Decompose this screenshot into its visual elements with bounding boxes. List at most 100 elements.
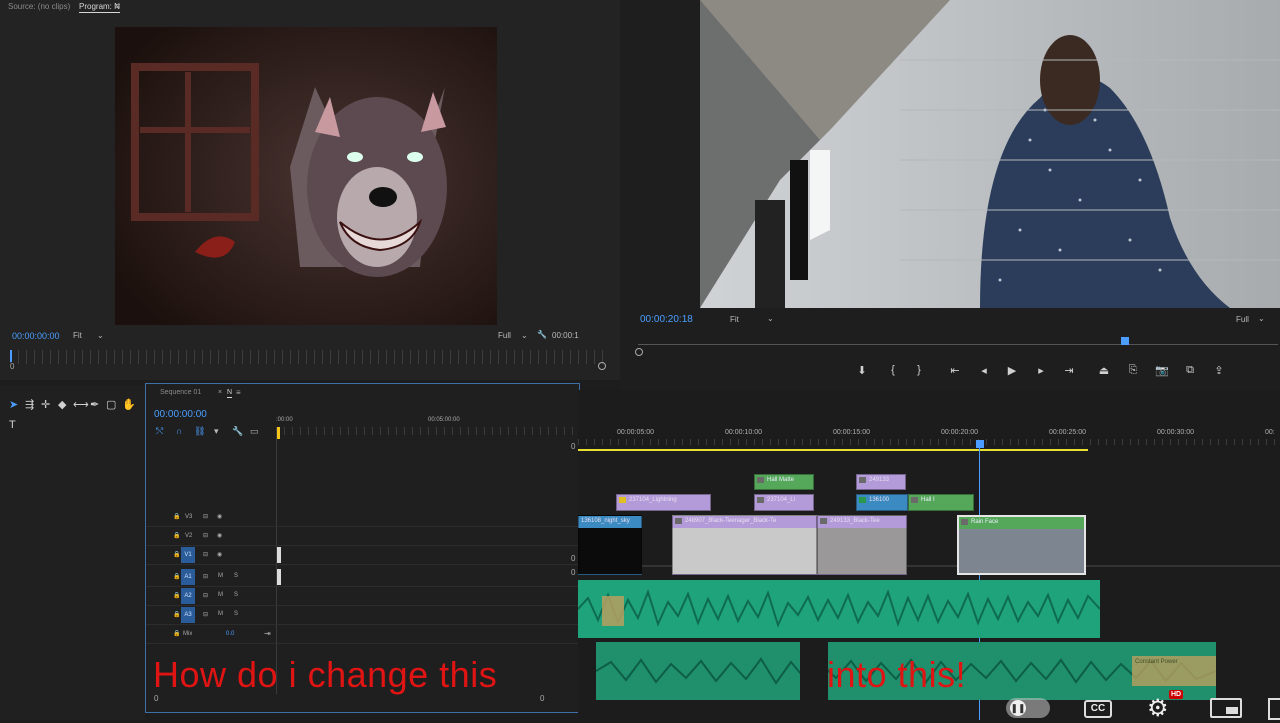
clip-hall-matte[interactable]: Hall Matte	[754, 474, 814, 490]
clip-136100[interactable]: 136100	[856, 494, 908, 511]
solo-button[interactable]: S	[234, 611, 238, 617]
go-to-out-icon[interactable]: ⇥	[1061, 364, 1077, 377]
mute-button[interactable]: M	[218, 611, 223, 617]
n-sequence-tab[interactable]: N	[227, 389, 233, 398]
lock-icon[interactable]: 🔒	[173, 630, 180, 637]
playhead-marker-right[interactable]	[1121, 337, 1129, 345]
playhead-timecode[interactable]: 00:00:00:00	[12, 331, 60, 341]
wrench-icon[interactable]: 🔧	[232, 426, 243, 437]
magnet-icon[interactable]: ∩	[176, 426, 182, 436]
playhead-marker[interactable]	[10, 350, 12, 362]
clip-hall-i[interactable]: Hall I	[908, 494, 974, 511]
share-icon[interactable]: ⇪	[1211, 364, 1227, 377]
sync-lock-icon[interactable]: ⊟	[203, 573, 208, 580]
captions-icon[interactable]: ▭	[250, 426, 259, 437]
clip-black-teenager[interactable]: 248907_Black-Teenager_Black-Te	[672, 515, 817, 575]
chevron-down-icon[interactable]: ⌄	[97, 331, 104, 340]
autoplay-toggle[interactable]: ❚❚	[1006, 698, 1050, 718]
track-target-a1[interactable]: A1	[181, 569, 195, 585]
wrench-icon[interactable]: 🔧	[537, 330, 547, 339]
close-icon[interactable]: ×	[218, 389, 222, 396]
go-to-in-icon[interactable]: ⇤	[947, 364, 963, 377]
timeline-ruler[interactable]	[276, 427, 576, 435]
track-select-tool-icon[interactable]: ⇶	[25, 398, 34, 411]
clip-rain-face[interactable]: Rain Face	[957, 515, 1086, 575]
eye-icon[interactable]: ◉	[217, 532, 222, 539]
clip-night-sky[interactable]: 136108_night_sky	[578, 515, 642, 575]
audio-clip-a1[interactable]	[577, 580, 1101, 638]
sync-lock-icon[interactable]: ⊟	[203, 611, 208, 618]
chevron-down-icon[interactable]: ⌄	[767, 314, 774, 323]
chevron-down-icon[interactable]: ⌄	[521, 331, 528, 340]
eye-icon[interactable]: ◉	[217, 551, 222, 558]
razor-tool-icon[interactable]: ◆	[58, 398, 66, 411]
type-tool-icon[interactable]: T	[9, 419, 16, 431]
go-to-end-icon[interactable]: ⇥	[264, 629, 271, 638]
work-area-bar[interactable]	[578, 449, 1088, 451]
lock-icon[interactable]: 🔒	[173, 573, 180, 580]
sync-lock-icon[interactable]: ⊟	[203, 532, 208, 539]
playhead-timecode-right[interactable]: 00:00:20:18	[640, 314, 693, 325]
slip-tool-icon[interactable]: ⟷	[73, 398, 89, 411]
lock-icon[interactable]: 🔒	[173, 513, 180, 520]
mute-button[interactable]: M	[218, 592, 223, 598]
linked-selection-icon[interactable]: ⛓	[194, 426, 205, 437]
hand-tool-icon[interactable]: ✋	[122, 398, 136, 411]
sync-lock-icon[interactable]: ⊟	[203, 513, 208, 520]
clip-249133-black[interactable]: 249133_Black-Tee	[817, 515, 907, 575]
lock-icon[interactable]: 🔒	[173, 551, 180, 558]
ripple-edit-tool-icon[interactable]: ✛	[41, 398, 50, 411]
lock-icon[interactable]: 🔒	[173, 532, 180, 539]
track-name[interactable]: V2	[185, 533, 192, 539]
track-name[interactable]: V3	[185, 514, 192, 520]
lock-icon[interactable]: 🔒	[173, 611, 180, 618]
scrub-bar[interactable]	[638, 344, 1278, 345]
program-tab[interactable]: Program: N	[79, 2, 120, 13]
sequence-tab[interactable]: Sequence 01	[160, 389, 201, 396]
mark-out-icon[interactable]: }	[911, 364, 927, 376]
solo-button[interactable]: S	[234, 573, 238, 579]
step-back-icon[interactable]: ◂	[976, 364, 992, 377]
chevron-down-icon[interactable]: ⌄	[1258, 314, 1265, 323]
play-icon[interactable]: ▶	[1004, 364, 1020, 377]
fit-select-right[interactable]: Fit	[730, 315, 739, 324]
comparison-view-icon[interactable]: ⧉	[1182, 364, 1198, 377]
sync-lock-icon[interactable]: ⊟	[203, 592, 208, 599]
add-marker-icon[interactable]: ▾	[214, 426, 219, 437]
clip-lightning[interactable]: 237104_Lightning	[616, 494, 711, 511]
panel-menu-icon[interactable]: ≡	[115, 1, 120, 11]
export-frame-icon[interactable]: 📷	[1154, 364, 1170, 377]
timeline-ruler[interactable]	[578, 439, 1280, 445]
mix-value[interactable]: 0.0	[226, 631, 234, 637]
miniplayer-button[interactable]	[1210, 698, 1242, 718]
selection-tool-icon[interactable]: ➤	[9, 398, 18, 411]
clip-249133[interactable]: 249133	[856, 474, 906, 490]
playhead-marker[interactable]	[277, 427, 280, 439]
scrub-start-handle[interactable]	[635, 348, 643, 356]
resolution-select-right[interactable]: Full	[1236, 315, 1249, 324]
track-target-a2[interactable]: A2	[181, 588, 195, 604]
mini-time-ruler[interactable]	[10, 350, 605, 364]
captions-button[interactable]: CC	[1084, 700, 1112, 718]
constant-power-transition[interactable]: Constant Power	[1132, 656, 1216, 686]
add-marker-icon[interactable]: ⬇	[854, 364, 870, 377]
track-target-a3[interactable]: A3	[181, 607, 195, 623]
clip-edge[interactable]	[277, 547, 281, 563]
ruler-end-handle[interactable]	[598, 362, 606, 370]
lock-icon[interactable]: 🔒	[173, 592, 180, 599]
theater-mode-button[interactable]	[1268, 698, 1280, 720]
resolution-select[interactable]: Full	[498, 331, 511, 340]
fit-select[interactable]: Fit	[73, 331, 82, 340]
mark-in-icon[interactable]: {	[885, 364, 901, 376]
clip-237104-li[interactable]: 237104_Li	[754, 494, 814, 511]
audio-transition[interactable]	[602, 596, 624, 626]
eye-icon[interactable]: ◉	[217, 513, 222, 520]
extract-icon[interactable]: ⎘	[1125, 364, 1141, 377]
step-forward-icon[interactable]: ▸	[1033, 364, 1049, 377]
playhead-marker[interactable]	[976, 440, 984, 448]
timeline-timecode[interactable]: 00:00:00:00	[154, 409, 207, 420]
rectangle-tool-icon[interactable]: ▢	[106, 398, 116, 411]
panel-menu-icon[interactable]: ≡	[236, 388, 241, 397]
pen-tool-icon[interactable]: ✒	[90, 398, 99, 411]
snap-icon[interactable]: ⤲	[156, 426, 163, 437]
